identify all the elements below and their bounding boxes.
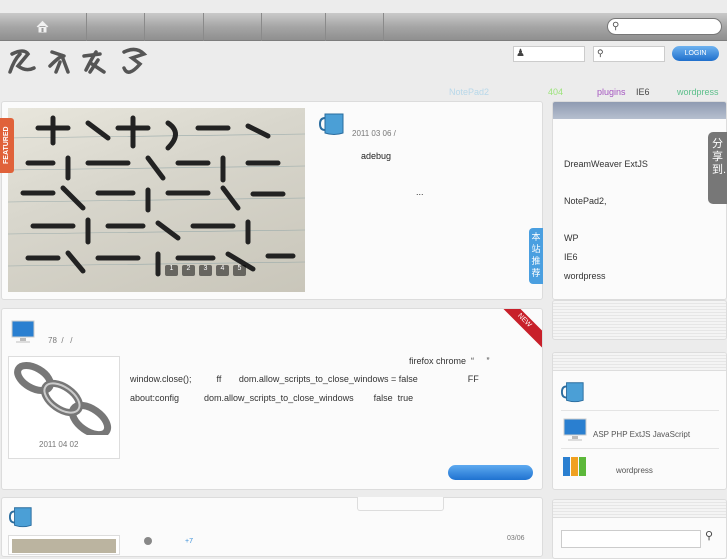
key-icon: ⚲ xyxy=(597,48,604,58)
tag-link[interactable]: wordpress xyxy=(677,87,719,97)
nav-divider xyxy=(144,13,145,41)
post-tab[interactable] xyxy=(357,497,444,511)
post-date: 03/06 xyxy=(507,535,525,542)
slider-dots: 1 2 3 4 5 xyxy=(165,265,246,276)
sidebar-line: WP xyxy=(564,233,579,243)
category-item[interactable] xyxy=(560,380,719,411)
mug-icon xyxy=(318,112,345,136)
sidebar-search xyxy=(552,499,727,559)
post-line: window.close(); ff dom.allow_scripts_to_… xyxy=(130,374,479,384)
chain-image xyxy=(12,360,112,435)
nav-divider xyxy=(383,13,384,41)
password-field[interactable]: ⚲ xyxy=(593,46,665,62)
category-label: wordpress xyxy=(616,466,653,475)
slider-dot[interactable]: 2 xyxy=(182,265,195,276)
post-line: about:config dom.allow_scripts_to_close_… xyxy=(130,393,414,403)
sidebar-line: NotePad2, xyxy=(564,196,607,206)
post-meta: 78 / / xyxy=(48,336,73,345)
nav-divider xyxy=(325,13,326,41)
featured-ribbon: FEATURED xyxy=(0,118,14,173)
new-badge: NEW xyxy=(491,309,542,354)
tag-link[interactable]: plugins xyxy=(597,87,626,97)
search-input[interactable]: ⚲ xyxy=(607,18,722,35)
post-excerpt: ... xyxy=(416,187,424,197)
tag-link[interactable]: NotePad2 xyxy=(449,87,489,97)
category-label: ASP PHP ExtJS JavaScript xyxy=(593,430,691,439)
sidebar-header xyxy=(553,102,726,119)
featured-image[interactable] xyxy=(8,108,305,292)
slider-dot[interactable]: 4 xyxy=(216,265,229,276)
post-author[interactable]: adebug xyxy=(361,151,391,161)
recommend-tab[interactable]: 本站推荐 xyxy=(529,228,543,284)
slider-dot[interactable]: 5 xyxy=(233,265,246,276)
folders-icon xyxy=(563,457,586,476)
category-item[interactable]: ASP PHP ExtJS JavaScript xyxy=(561,412,719,449)
nav-divider xyxy=(203,13,204,41)
top-nav: ⚲ xyxy=(0,13,727,41)
featured-ribbon-label: FEATURED xyxy=(3,126,10,165)
slider-dot[interactable]: 1 xyxy=(165,265,178,276)
nav-divider xyxy=(261,13,262,41)
sidebar-line: wordpress xyxy=(564,271,606,281)
user-icon: ♟ xyxy=(516,48,525,59)
comment-icon xyxy=(144,537,152,545)
thumbnail-date: 2011 04 02 xyxy=(39,440,79,449)
read-more-button[interactable] xyxy=(448,465,533,480)
share-tab-label: 分享到... xyxy=(712,138,727,176)
recommend-tab-label: 本站推荐 xyxy=(531,232,541,278)
monitor-icon xyxy=(11,320,35,345)
site-logo xyxy=(4,44,194,78)
mug-icon xyxy=(560,380,585,406)
comment-count[interactable]: +7 xyxy=(185,538,193,545)
share-tab[interactable]: 分享到... xyxy=(708,132,727,204)
mug-icon xyxy=(8,505,33,529)
sidebar-line: IE6 xyxy=(564,252,578,262)
post-thumbnail[interactable] xyxy=(8,535,120,555)
sidebar-widget xyxy=(552,300,727,340)
nav-divider xyxy=(86,13,87,41)
category-item[interactable]: wordpress xyxy=(561,452,719,482)
monitor-icon xyxy=(563,418,587,445)
post-thumbnail[interactable]: 2011 04 02 xyxy=(8,356,120,459)
sidebar-search-input[interactable] xyxy=(561,530,701,548)
home-icon[interactable] xyxy=(36,20,49,33)
tag-link[interactable]: 404 xyxy=(548,87,563,97)
login-button[interactable]: LOGIN xyxy=(672,46,719,61)
sidebar-line: DreamWeaver ExtJS xyxy=(564,159,648,169)
slider-dot[interactable]: 3 xyxy=(199,265,212,276)
search-icon[interactable]: ⚲ xyxy=(705,529,713,542)
post-date: 2011 03 06 / xyxy=(352,129,396,138)
tag-link[interactable]: IE6 xyxy=(636,87,650,97)
username-field[interactable]: ♟ xyxy=(513,46,585,62)
sidebar-header xyxy=(553,500,726,518)
search-icon: ⚲ xyxy=(612,21,620,32)
sidebar-header xyxy=(553,353,726,371)
post-line: firefox chrome “ ” xyxy=(409,356,490,366)
